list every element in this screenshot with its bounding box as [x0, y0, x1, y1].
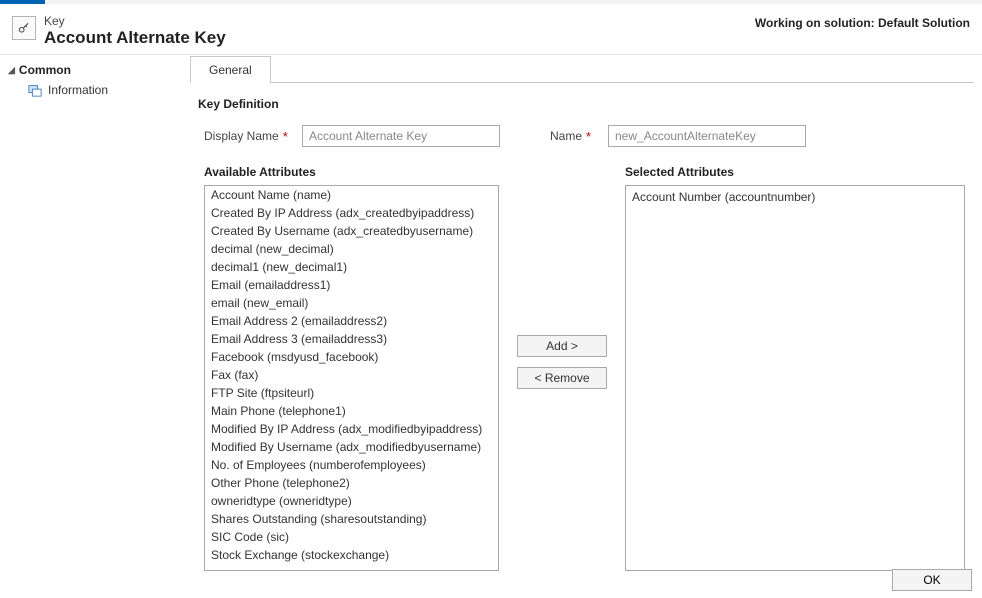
- list-item[interactable]: FTP Site (ftpsiteurl): [205, 384, 498, 402]
- solution-label: Working on solution: Default Solution: [755, 14, 970, 30]
- available-attributes-label: Available Attributes: [204, 165, 499, 179]
- list-item[interactable]: Main Phone (telephone1): [205, 402, 498, 420]
- sidebar: ◢ Common Information: [0, 55, 190, 595]
- add-button[interactable]: Add >: [517, 335, 607, 357]
- key-icon: [12, 16, 36, 40]
- list-item[interactable]: Modified By IP Address (adx_modifiedbyip…: [205, 420, 498, 438]
- list-item[interactable]: Account Name (name): [205, 186, 498, 204]
- list-item[interactable]: No. of Employees (numberofemployees): [205, 456, 498, 474]
- remove-button[interactable]: < Remove: [517, 367, 607, 389]
- list-item[interactable]: Email Address 3 (emailaddress3): [205, 330, 498, 348]
- ok-button[interactable]: OK: [892, 569, 972, 591]
- list-item[interactable]: Facebook (msdyusd_facebook): [205, 348, 498, 366]
- list-item[interactable]: Fax (fax): [205, 366, 498, 384]
- display-name-input[interactable]: [302, 125, 500, 147]
- list-item[interactable]: owneridtype (owneridtype): [205, 492, 498, 510]
- tab-general[interactable]: General: [190, 56, 271, 83]
- tab-label: General: [209, 63, 252, 77]
- list-item[interactable]: decimal (new_decimal): [205, 240, 498, 258]
- entity-type-label: Key: [44, 14, 755, 28]
- list-item[interactable]: Created By Username (adx_createdbyuserna…: [205, 222, 498, 240]
- required-indicator: *: [283, 130, 288, 143]
- name-input[interactable]: [608, 125, 806, 147]
- list-item[interactable]: Other Phone (telephone2): [205, 474, 498, 492]
- list-item[interactable]: decimal1 (new_decimal1): [205, 258, 498, 276]
- sidebar-item-information[interactable]: Information: [8, 81, 182, 99]
- tab-strip: General: [190, 55, 974, 82]
- list-item[interactable]: email (new_email): [205, 294, 498, 312]
- list-item[interactable]: Email (emailaddress1): [205, 276, 498, 294]
- sidebar-group-label: Common: [19, 63, 71, 77]
- list-item[interactable]: Modified By Username (adx_modifiedbyuser…: [205, 438, 498, 456]
- caret-down-icon: ◢: [8, 65, 15, 76]
- sidebar-group-common[interactable]: ◢ Common: [8, 63, 182, 77]
- name-label: Name*: [550, 129, 600, 143]
- list-item[interactable]: Created By IP Address (adx_createdbyipad…: [205, 204, 498, 222]
- display-name-label: Display Name*: [204, 129, 294, 143]
- page-header: Key Account Alternate Key Working on sol…: [0, 4, 982, 55]
- list-item[interactable]: Email Address 2 (emailaddress2): [205, 312, 498, 330]
- information-icon: [28, 83, 42, 97]
- main-panel: General Key Definition Display Name* Nam…: [190, 55, 982, 595]
- section-title: Key Definition: [198, 97, 970, 111]
- selected-attributes-label: Selected Attributes: [625, 165, 965, 179]
- required-indicator: *: [586, 130, 591, 143]
- page-title: Account Alternate Key: [44, 28, 755, 48]
- list-item[interactable]: Shares Outstanding (sharesoutstanding): [205, 510, 498, 528]
- list-item[interactable]: Stock Exchange (stockexchange): [205, 546, 498, 564]
- selected-attributes-listbox[interactable]: Account Number (accountnumber): [625, 185, 965, 571]
- list-item[interactable]: Account Number (accountnumber): [626, 188, 964, 206]
- list-item[interactable]: SIC Code (sic): [205, 528, 498, 546]
- available-attributes-listbox[interactable]: Account Name (name)Created By IP Address…: [204, 185, 499, 571]
- sidebar-item-label: Information: [48, 83, 108, 97]
